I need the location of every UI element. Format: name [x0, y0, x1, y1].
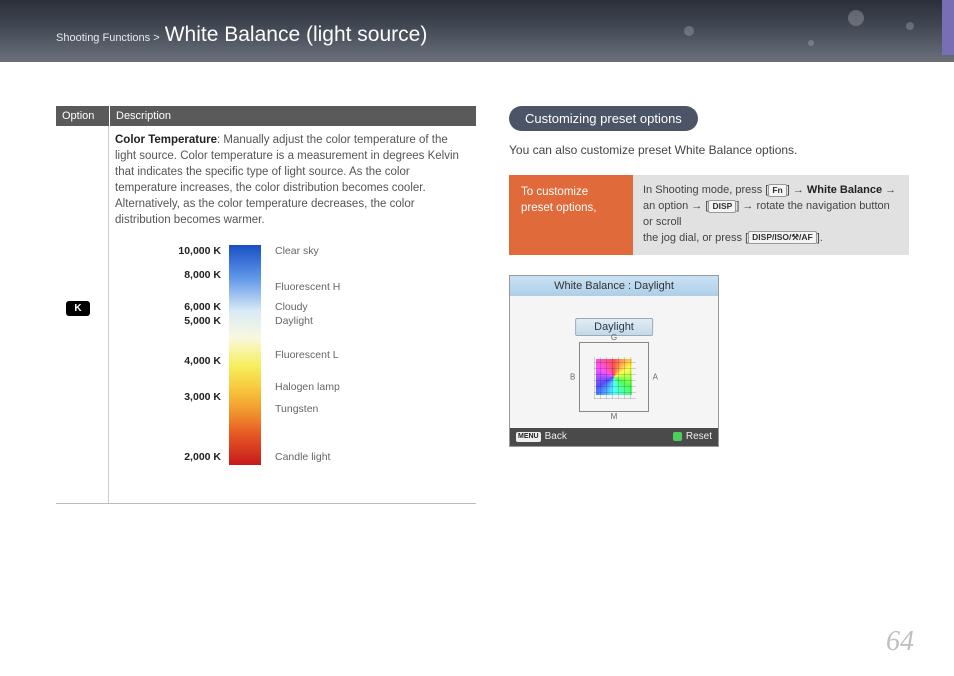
- wb-screen-footer: MENU Back Reset: [510, 428, 718, 446]
- bokeh-dot: [684, 26, 694, 36]
- desc-bold: Color Temperature: [115, 134, 217, 146]
- page-number: 64: [886, 626, 914, 658]
- kelvin-label: 8,000 K: [173, 269, 221, 281]
- option-table-header: Option Description: [56, 106, 476, 126]
- breadcrumb-prefix: Shooting Functions >: [56, 32, 160, 44]
- td-option: K: [56, 126, 109, 503]
- light-source-label: Candle light: [275, 451, 330, 463]
- page-title: White Balance (light source): [165, 23, 428, 46]
- back-label: Back: [545, 431, 567, 442]
- color-temperature-diagram: 10,000 K 8,000 K 6,000 K 5,000 K 4,000 K 3,00…: [115, 245, 470, 485]
- kelvin-label: 4,000 K: [173, 355, 221, 367]
- wb-screen-body: Daylight G M B A: [510, 296, 718, 428]
- bokeh-dot: [848, 10, 864, 26]
- kelvin-label: 10,000 K: [173, 245, 221, 257]
- axis-a: A: [653, 372, 658, 381]
- desc-text: : Manually adjust the color temperature …: [115, 134, 459, 226]
- kelvin-label: 2,000 K: [173, 451, 221, 463]
- instr-text: the jog dial, or press [: [643, 232, 748, 244]
- th-description: Description: [109, 106, 476, 126]
- axis-m: M: [611, 412, 618, 421]
- bokeh-dot: [906, 22, 914, 30]
- kelvin-label: 6,000 K: [173, 301, 221, 313]
- instr-text: →: [882, 184, 896, 196]
- color-temperature-gradient: [229, 245, 261, 465]
- th-option: Option: [56, 106, 109, 126]
- menu-button-icon: MENU: [516, 432, 541, 442]
- wb-color-grid: G M B A: [579, 342, 649, 412]
- wb-preview-screen: White Balance : Daylight Daylight G M B …: [509, 275, 719, 447]
- instr-text: In Shooting mode, press [: [643, 184, 768, 196]
- reset-icon: [673, 432, 682, 441]
- color-temperature-description: Color Temperature: Manually adjust the c…: [115, 132, 470, 229]
- instr-text: ] →: [787, 184, 807, 196]
- instr-text: an option → [: [643, 200, 708, 212]
- instruction-steps: In Shooting mode, press [Fn] → White Bal…: [633, 175, 909, 255]
- right-column: Customizing preset options You can also …: [509, 106, 909, 447]
- light-source-label: Tungsten: [275, 403, 318, 415]
- light-source-label: Clear sky: [275, 245, 319, 257]
- nav-keys-icon: DISP/ISO/⚒/AF: [748, 231, 817, 244]
- light-source-label: Halogen lamp: [275, 381, 340, 393]
- axis-g: G: [611, 333, 617, 342]
- kelvin-label: 3,000 K: [173, 391, 221, 403]
- bokeh-dot: [808, 40, 814, 46]
- instruction-lead: To customize preset options,: [509, 175, 633, 255]
- header-band: Shooting Functions > White Balance (ligh…: [0, 0, 954, 62]
- instr-text: ].: [817, 232, 823, 244]
- kelvin-label: 5,000 K: [173, 315, 221, 327]
- light-source-label: Daylight: [275, 315, 313, 327]
- kelvin-icon: K: [66, 301, 90, 316]
- disp-key-icon: DISP: [708, 200, 736, 213]
- fn-key-icon: Fn: [768, 184, 786, 197]
- axis-b: B: [570, 372, 575, 381]
- wb-grid-inner: [594, 357, 636, 399]
- option-table-body: K Color Temperature: Manually adjust the…: [56, 126, 476, 504]
- instr-bold: White Balance: [807, 184, 882, 196]
- wb-screen-title: White Balance : Daylight: [510, 276, 718, 296]
- reset-label: Reset: [686, 431, 712, 442]
- left-column: Option Description K Color Temperature: …: [56, 106, 476, 504]
- breadcrumb: Shooting Functions > White Balance (ligh…: [56, 23, 427, 47]
- instruction-box: To customize preset options, In Shooting…: [509, 175, 909, 255]
- light-source-label: Fluorescent H: [275, 281, 340, 293]
- section-intro: You can also customize preset White Bala…: [509, 143, 909, 157]
- section-heading: Customizing preset options: [509, 106, 698, 131]
- light-source-label: Cloudy: [275, 301, 308, 313]
- td-description: Color Temperature: Manually adjust the c…: [109, 126, 476, 503]
- light-source-label: Fluorescent L: [275, 349, 339, 361]
- section-tab: [942, 0, 954, 55]
